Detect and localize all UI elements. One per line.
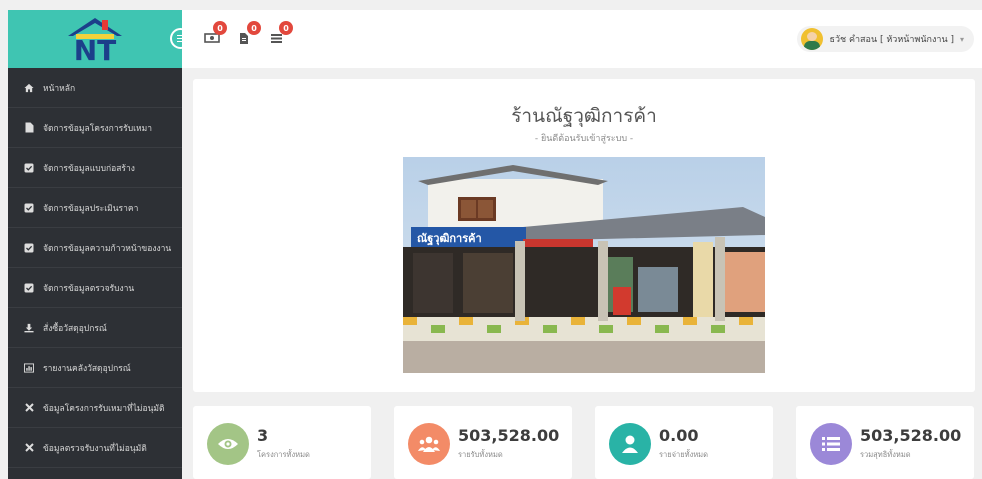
brand-logo[interactable]: NT (8, 10, 182, 68)
sidebar-item-stock-report[interactable]: รายงานคลังวัสดุอุปกรณ์ (8, 348, 182, 388)
notification-badge: 0 (279, 21, 293, 35)
stat-label: รายรับทั้งหมด (458, 450, 503, 459)
sidebar-item-projects[interactable]: จัดการข้อมูลโครงการรับเหมา (8, 108, 182, 148)
sidebar-item-inspection[interactable]: จัดการข้อมูลตรวจรับงาน (8, 268, 182, 308)
user-icon (609, 423, 651, 465)
sidebar-item-label: จัดการข้อมูลความก้าวหน้าของงาน (43, 243, 172, 254)
checkbox-icon (24, 163, 34, 173)
sidebar-item-label: สั่งซื้อวัสดุอุปกรณ์ (43, 323, 107, 334)
users-icon (408, 423, 450, 465)
x-icon (24, 403, 34, 413)
document-icon (240, 33, 248, 44)
logo-house-icon: NT (68, 18, 122, 64)
sidebar-item-label: จัดการข้อมูลประเมินราคา (43, 203, 139, 214)
top-bar: 0 0 0 ธวัช คำสอน [ หัวหน้าพนักงาน ] ▾ (182, 10, 982, 68)
sidebar-item-label: หน้าหลัก (43, 83, 76, 94)
document-notification-button[interactable]: 0 (238, 21, 261, 46)
notification-badge: 0 (247, 21, 261, 35)
chart-icon (24, 362, 34, 373)
stat-label: รวมสุทธิทั้งหมด (860, 450, 911, 459)
stat-value: 3 (257, 426, 269, 445)
logo-text: NT (74, 34, 117, 64)
user-name: ธวัช คำสอน [ หัวหน้าพนักงาน ] (829, 35, 954, 45)
notification-badge: 0 (213, 21, 227, 35)
money-notification-button[interactable]: 0 (204, 21, 227, 46)
sidebar-item-label: ข้อมูลโครงการรับเหมาที่ไม่อนุมัติ (43, 403, 165, 414)
stat-label: โครงการทั้งหมด (257, 450, 310, 459)
page-title: ร้านณัฐวุฒิการค้า (511, 105, 657, 127)
stat-value: 503,528.00 (860, 426, 962, 445)
stat-value: 503,528.00 (458, 426, 560, 445)
stat-card-projects[interactable]: 3 โครงการทั้งหมด (193, 406, 371, 479)
eye-icon (207, 423, 249, 465)
sidebar-item-label: จัดการข้อมูลแบบก่อสร้าง (43, 163, 135, 174)
sidebar-item-purchase[interactable]: สั่งซื้อวัสดุอุปกรณ์ (8, 308, 182, 348)
sidebar-item-label: จัดการข้อมูลโครงการรับเหมา (43, 123, 153, 134)
sidebar-item-label: ข้อมูลตรวจรับงานที่ไม่อนุมัติ (43, 443, 147, 454)
sidebar-item-designs[interactable]: จัดการข้อมูลแบบก่อสร้าง (8, 148, 182, 188)
sidebar-item-progress[interactable]: จัดการข้อมูลความก้าวหน้าของงาน (8, 228, 182, 268)
home-icon (24, 83, 34, 93)
download-icon (24, 323, 34, 333)
avatar (801, 28, 824, 50)
stat-label: รายจ่ายทั้งหมด (659, 450, 708, 459)
user-menu-button[interactable]: ธวัช คำสอน [ หัวหน้าพนักงาน ] ▾ (797, 26, 974, 52)
stat-card-expense[interactable]: 0.00 รายจ่ายทั้งหมด (595, 406, 773, 479)
welcome-panel: ร้านณัฐวุฒิการค้า - ยินดีต้อนรับเข้าสู่ร… (193, 79, 975, 392)
store-sign-text: ณัฐวุฒิการค้า (417, 232, 482, 246)
checkbox-icon (24, 243, 34, 253)
sidebar: หน้าหลัก จัดการข้อมูลโครงการรับเหมา จัดก… (8, 68, 182, 479)
list-icon (271, 34, 282, 43)
x-icon (24, 443, 34, 453)
sidebar-item-estimates[interactable]: จัดการข้อมูลประเมินราคา (8, 188, 182, 228)
store-photo: ณัฐวุฒิการค้า (403, 157, 765, 373)
stat-card-income[interactable]: 503,528.00 รายรับทั้งหมด (394, 406, 572, 479)
sidebar-item-label: รายงานคลังวัสดุอุปกรณ์ (43, 363, 131, 374)
checkbox-icon (24, 203, 34, 213)
page-subtitle: - ยินดีต้อนรับเข้าสู่ระบบ - (534, 134, 634, 144)
sidebar-item-home[interactable]: หน้าหลัก (8, 68, 182, 108)
chevron-down-icon: ▾ (959, 34, 964, 44)
checkbox-icon (24, 283, 34, 293)
stat-value: 0.00 (659, 426, 699, 445)
list-icon (810, 423, 852, 465)
sidebar-item-label: จัดการข้อมูลตรวจรับงาน (43, 283, 135, 294)
sidebar-item-rejected-inspections[interactable]: ข้อมูลตรวจรับงานที่ไม่อนุมัติ (8, 428, 182, 468)
stat-card-net[interactable]: 503,528.00 รวมสุทธิทั้งหมด (796, 406, 974, 479)
list-notification-button[interactable]: 0 (270, 21, 293, 46)
sidebar-item-rejected-projects[interactable]: ข้อมูลโครงการรับเหมาที่ไม่อนุมัติ (8, 388, 182, 428)
file-icon (24, 122, 34, 133)
